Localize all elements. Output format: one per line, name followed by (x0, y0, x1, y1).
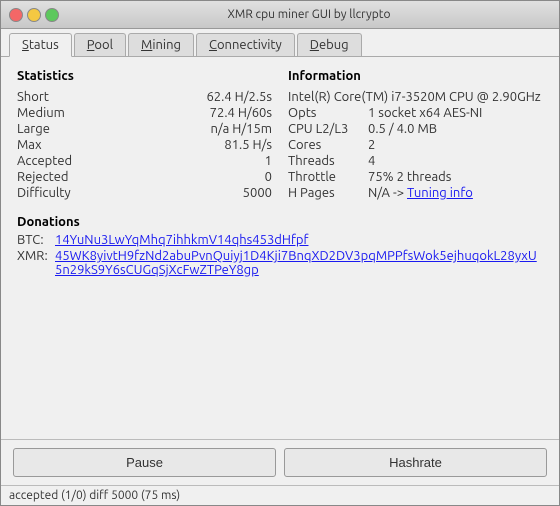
stat-row-short: Short 62.4 H/2.5s (17, 89, 272, 105)
info-row-cpu: Intel(R) Core(TM) i7-3520M CPU @ 2.90GHz (288, 89, 543, 105)
information-section: Information Intel(R) Core(TM) i7-3520M C… (288, 69, 543, 201)
info-value-opts: 1 socket x64 AES-NI (368, 106, 482, 120)
stat-row-large: Large n/a H/15m (17, 121, 272, 137)
info-value-threads: 4 (368, 154, 375, 168)
close-button[interactable] (9, 8, 23, 22)
stat-label-large: Large (17, 122, 87, 136)
xmr-address-link[interactable]: 45WK8yivtH9fzNd2abuPvnQuiyj1D4Kji7BnqXD2… (55, 249, 543, 277)
window-title: XMR cpu miner GUI by llcrypto (67, 8, 551, 21)
stat-label-medium: Medium (17, 106, 87, 120)
statistics-section: Statistics Short 62.4 H/2.5s Medium 72.4… (17, 69, 272, 201)
stat-row-medium: Medium 72.4 H/60s (17, 105, 272, 121)
stat-label-short: Short (17, 90, 87, 104)
info-value-cores: 2 (368, 138, 375, 152)
info-row-cpul2l3: CPU L2/L3 0.5 / 4.0 MB (288, 121, 543, 137)
main-window: XMR cpu miner GUI by llcrypto Status Poo… (0, 0, 560, 506)
info-value-cpul2l3: 0.5 / 4.0 MB (368, 122, 437, 136)
stat-label-accepted: Accepted (17, 154, 87, 168)
stat-row-max: Max 81.5 H/s (17, 137, 272, 153)
window-controls (9, 8, 59, 22)
info-row-throttle: Throttle 75% 2 threads (288, 169, 543, 185)
pause-button[interactable]: Pause (13, 448, 276, 477)
stat-value-max: 81.5 H/s (224, 138, 272, 152)
info-row-hpages: H Pages N/A -> Tuning info (288, 185, 543, 201)
tab-pool[interactable]: Pool (74, 33, 126, 56)
info-value-cpu: Intel(R) Core(TM) i7-3520M CPU @ 2.90GHz (288, 90, 541, 104)
tab-debug[interactable]: Debug (297, 33, 362, 56)
status-bar: accepted (1/0) diff 5000 (75 ms) (1, 485, 559, 505)
stat-value-short: 62.4 H/2.5s (206, 90, 272, 104)
info-row-cores: Cores 2 (288, 137, 543, 153)
tab-connectivity[interactable]: Connectivity (196, 33, 295, 56)
minimize-button[interactable] (27, 8, 41, 22)
stat-row-rejected: Rejected 0 (17, 169, 272, 185)
stat-value-medium: 72.4 H/60s (210, 106, 272, 120)
info-label-opts: Opts (288, 106, 368, 120)
info-label-hpages: H Pages (288, 186, 368, 200)
info-row-opts: Opts 1 socket x64 AES-NI (288, 105, 543, 121)
info-label-threads: Threads (288, 154, 368, 168)
btc-address-link[interactable]: 14YuNu3LwYqMhq7ihhkmV14qhs453dHfpf (55, 233, 308, 247)
stat-row-accepted: Accepted 1 (17, 153, 272, 169)
tab-bar: Status Pool Mining Connectivity Debug (1, 29, 559, 57)
information-title: Information (288, 69, 543, 83)
button-bar: Pause Hashrate (1, 439, 559, 485)
xmr-row: XMR: 45WK8yivtH9fzNd2abuPvnQuiyj1D4Kji7B… (17, 249, 543, 277)
info-label-cpul2l3: CPU L2/L3 (288, 122, 368, 136)
info-row-threads: Threads 4 (288, 153, 543, 169)
xmr-label: XMR: (17, 249, 55, 263)
donations-section: Donations BTC: 14YuNu3LwYqMhq7ihhkmV14qh… (17, 215, 543, 277)
titlebar: XMR cpu miner GUI by llcrypto (1, 1, 559, 29)
info-value-hpages: N/A -> Tuning info (368, 186, 473, 200)
stat-value-large: n/a H/15m (210, 122, 272, 136)
btc-row: BTC: 14YuNu3LwYqMhq7ihhkmV14qhs453dHfpf (17, 233, 543, 247)
info-label-cores: Cores (288, 138, 368, 152)
stat-value-accepted: 1 (265, 154, 272, 168)
stat-label-difficulty: Difficulty (17, 186, 87, 200)
stat-label-rejected: Rejected (17, 170, 87, 184)
hashrate-button[interactable]: Hashrate (284, 448, 547, 477)
tab-status[interactable]: Status (9, 33, 72, 57)
main-content: Statistics Short 62.4 H/2.5s Medium 72.4… (1, 57, 559, 439)
stat-value-rejected: 0 (265, 170, 272, 184)
btc-label: BTC: (17, 233, 55, 247)
maximize-button[interactable] (45, 8, 59, 22)
stats-info-columns: Statistics Short 62.4 H/2.5s Medium 72.4… (17, 69, 543, 201)
statistics-title: Statistics (17, 69, 272, 83)
status-text: accepted (1/0) diff 5000 (75 ms) (9, 489, 180, 502)
tab-mining[interactable]: Mining (128, 33, 194, 56)
info-label-throttle: Throttle (288, 170, 368, 184)
tuning-info-link[interactable]: Tuning info (407, 186, 473, 200)
stat-row-difficulty: Difficulty 5000 (17, 185, 272, 201)
stat-value-difficulty: 5000 (243, 186, 272, 200)
stat-label-max: Max (17, 138, 87, 152)
donations-title: Donations (17, 215, 543, 229)
info-value-throttle: 75% 2 threads (368, 170, 451, 184)
